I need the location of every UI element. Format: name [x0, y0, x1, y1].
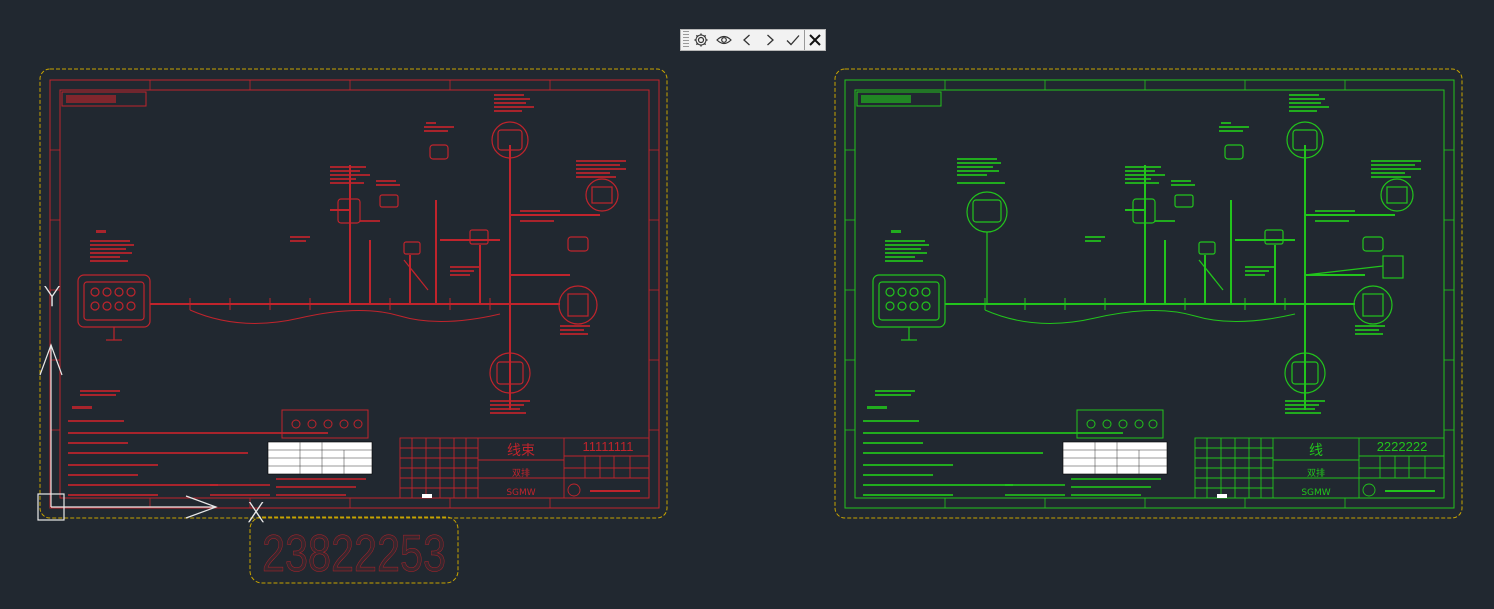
right-company: SGMW: [1301, 488, 1330, 498]
right-drawing[interactable]: 线 2222222 双排 SGMW: [834, 68, 1463, 519]
next-button[interactable]: [758, 30, 781, 50]
left-drawing[interactable]: 线束 11111111 双排 SGMW: [39, 68, 668, 519]
left-subtitle: 双排: [512, 467, 530, 479]
check-icon: [786, 35, 799, 46]
ucs-y-label: Y: [43, 280, 60, 313]
settings-icon: [694, 33, 707, 47]
visibility-button[interactable]: [712, 30, 735, 50]
stamp-number: 23822253: [262, 525, 446, 583]
accept-button[interactable]: [781, 30, 804, 50]
left-title: 线束: [507, 443, 535, 459]
compare-toolbar[interactable]: [680, 29, 826, 51]
previous-icon: [742, 34, 750, 46]
stamp-number-cloud[interactable]: 23822253: [249, 516, 459, 584]
right-drawing-number: 2222222: [1377, 439, 1428, 454]
settings-button[interactable]: [689, 30, 712, 50]
ucs-x-label: X: [246, 496, 265, 529]
left-company: SGMW: [506, 488, 535, 498]
right-subtitle: 双排: [1307, 467, 1325, 479]
right-title: 线: [1309, 443, 1323, 459]
close-icon: [809, 34, 821, 46]
eye-icon: [715, 35, 732, 45]
close-button[interactable]: [804, 30, 825, 50]
previous-button[interactable]: [735, 30, 758, 50]
next-icon: [766, 34, 774, 46]
left-drawing-number: 11111111: [582, 439, 633, 454]
cad-model-space[interactable]: 线束 11111111 双排 SGMW 23822253 线 2222222 双…: [0, 0, 1494, 609]
